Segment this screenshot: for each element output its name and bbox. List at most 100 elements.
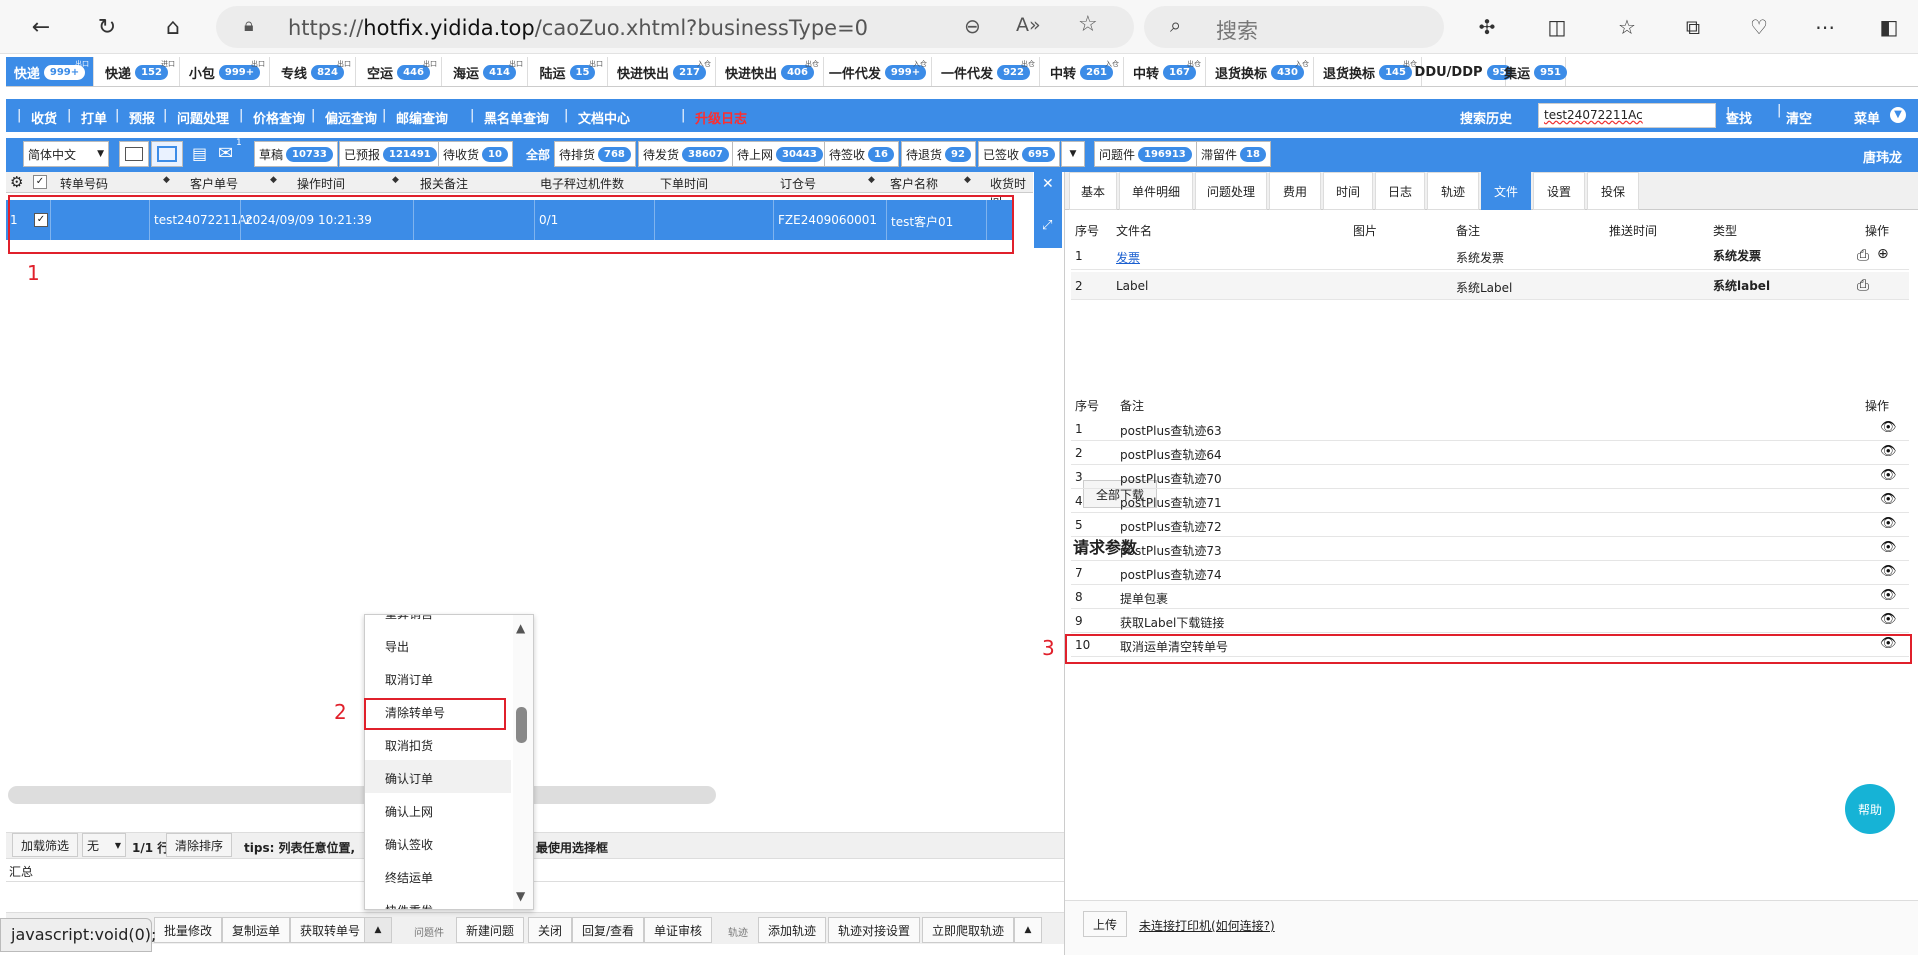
upload-button[interactable]: 上传 [1083, 911, 1128, 937]
menu-link[interactable]: 菜单 [1854, 108, 1880, 127]
type-tab-1[interactable]: 快递 152 进口 [94, 57, 180, 86]
type-tab-13[interactable]: 退货换标 430 入仓 [1206, 57, 1314, 86]
detail-tab-9[interactable]: 投保 [1587, 172, 1639, 210]
column-header-7[interactable]: 客户名称 [890, 175, 938, 192]
detail-tab-3[interactable]: 费用 [1269, 172, 1321, 210]
refresh-icon[interactable]: ↻ [90, 10, 124, 44]
type-tab-15[interactable]: DDU/DDP 95 [1415, 57, 1513, 86]
menu-item-6[interactable]: 确认上网 [365, 793, 511, 826]
column-header-5[interactable]: 下单时间 [660, 175, 708, 192]
clear-link[interactable]: 清空 [1786, 108, 1812, 127]
view-eye-icon[interactable]: 👁︎ [1880, 492, 1897, 507]
detail-tab-1[interactable]: 单件明细 [1119, 172, 1193, 210]
more-actions-chevron-up-icon[interactable]: ▲ [364, 917, 392, 943]
menu-scroll-thumb[interactable] [516, 707, 527, 743]
menu-item-7[interactable]: 确认签收 [365, 826, 511, 859]
view-eye-icon[interactable]: 👁︎ [1880, 468, 1897, 483]
print-icon[interactable]: ⎙ [1857, 276, 1869, 294]
favorites-icon[interactable]: ☆ [1610, 10, 1644, 44]
menu-chevron-icon[interactable]: ▼ [1890, 107, 1906, 123]
track-setting-button[interactable]: 轨迹对接设置 [828, 917, 921, 943]
print-icon[interactable]: ⎙ [1857, 246, 1869, 264]
track-chevron-up-icon[interactable]: ▲ [1014, 917, 1042, 943]
sort-icon[interactable]: ◆ [964, 175, 971, 185]
menu-item-0[interactable]: 重算销售 [365, 615, 511, 628]
menu-item-4[interactable]: 取消扣货 [365, 727, 511, 760]
sort-icon[interactable]: ◆ [868, 175, 875, 185]
add-track-button[interactable]: 添加轨迹 [758, 917, 827, 943]
sidebar-toggle-icon[interactable]: ◧ [1872, 10, 1906, 44]
issue-filter-1[interactable]: 滞留件 18 [1196, 141, 1271, 167]
nav-item-3[interactable]: 问题处理 [177, 108, 229, 127]
nav-item-1[interactable]: 打单 [81, 108, 107, 127]
reply-view-button[interactable]: 回复/查看 [572, 917, 645, 943]
gear-icon[interactable]: ⚙ [10, 173, 23, 191]
mail-icon[interactable]: ✉ [218, 143, 233, 164]
menu-item-1[interactable]: 导出 [365, 628, 511, 661]
view-eye-icon[interactable]: 👁︎ [1880, 612, 1897, 627]
stage-filter-1[interactable]: 待发货 38607 [638, 141, 734, 167]
issue-filter-0[interactable]: 问题件 196913 [1094, 141, 1197, 167]
layout-split-icon[interactable] [119, 141, 149, 167]
nav-item-6[interactable]: 邮编查询 [396, 108, 448, 127]
menu-item-5[interactable]: 确认订单 [365, 760, 511, 793]
stage-filter-2[interactable]: 待上网 30443 [732, 141, 828, 167]
column-header-6[interactable]: 订仓号 [780, 175, 816, 192]
scroll-down-icon[interactable]: ▼ [516, 889, 525, 903]
type-tab-2[interactable]: 小包 999+ 出口 [180, 57, 270, 86]
menu-item-8[interactable]: 终结运单 [365, 859, 511, 892]
type-tab-8[interactable]: 快进快出 406 出仓 [716, 57, 824, 86]
detail-tab-5[interactable]: 日志 [1375, 172, 1425, 210]
crawl-track-button[interactable]: 立即爬取轨迹 [922, 917, 1015, 943]
detail-tab-8[interactable]: 设置 [1533, 172, 1585, 210]
status-filter-1[interactable]: 已预报 121491 [339, 141, 442, 167]
column-header-0[interactable]: 转单号码 [60, 175, 108, 192]
type-tab-9[interactable]: 一件代发 999+ 入仓 [824, 57, 932, 86]
download-icon[interactable]: ⊕ [1877, 246, 1889, 262]
file-name-link[interactable]: 发票 [1116, 249, 1140, 266]
nav-item-7[interactable]: 黑名单查询 [484, 108, 549, 127]
load-filter-button[interactable]: 加载筛选 [12, 833, 79, 857]
type-tab-14[interactable]: 退货换标 145 出仓 [1314, 57, 1422, 86]
stage-filter-4[interactable]: 待退货 92 [901, 141, 976, 167]
back-icon[interactable]: ← [24, 10, 58, 44]
filter-all[interactable]: 全部 [521, 141, 556, 167]
find-link[interactable]: 查找 [1726, 108, 1752, 127]
layout-single-icon[interactable] [151, 141, 183, 167]
read-aloud-icon[interactable]: A» [1016, 14, 1041, 36]
view-eye-icon[interactable]: 👁︎ [1880, 540, 1897, 555]
more-icon[interactable]: ⋯ [1808, 10, 1842, 44]
health-icon[interactable]: ♡ [1742, 10, 1776, 44]
close-issue-button[interactable]: 关闭 [528, 917, 573, 943]
nav-upgrade-log[interactable]: 升级日志 [695, 108, 747, 127]
type-tab-16[interactable]: 集运 951 [1504, 57, 1567, 86]
type-tab-10[interactable]: 一件代发 922 出仓 [932, 57, 1040, 86]
copy-waybill-button[interactable]: 复制运单 [222, 917, 291, 943]
nav-item-4[interactable]: 价格查询 [253, 108, 305, 127]
stage-filter-3[interactable]: 待签收 16 [824, 141, 899, 167]
view-eye-icon[interactable]: 👁︎ [1880, 588, 1897, 603]
view-eye-icon[interactable]: 👁︎ [1880, 420, 1897, 435]
detail-tab-2[interactable]: 问题处理 [1195, 172, 1267, 210]
type-tab-11[interactable]: 中转 261 入仓 [1040, 57, 1124, 86]
browser-search-box[interactable]: ⌕ 搜索 [1144, 6, 1444, 48]
detail-tab-6[interactable]: 轨迹 [1427, 172, 1479, 210]
type-tab-12[interactable]: 中转 167 出仓 [1124, 57, 1206, 86]
collections-icon[interactable]: ⧉ [1676, 10, 1710, 44]
detail-tab-7[interactable]: 文件 [1481, 172, 1531, 210]
menu-item-9[interactable]: 快件重发 [365, 892, 511, 909]
address-bar[interactable]: 🔒︎ https://hotfix.yidida.top/caoZuo.xhtm… [216, 6, 1134, 48]
nav-item-5[interactable]: 偏远查询 [325, 108, 377, 127]
nav-item-2[interactable]: 预报 [129, 108, 155, 127]
stage-filter-5[interactable]: 已签收 695 [978, 141, 1060, 167]
status-filter-2[interactable]: 待收货 10 [438, 141, 513, 167]
get-transfer-no-button[interactable]: 获取转单号 [290, 917, 371, 943]
favorite-star-icon[interactable]: ☆ [1078, 12, 1098, 37]
sort-icon[interactable]: ◆ [392, 175, 399, 185]
search-history-input[interactable]: test24072211Ac [1538, 103, 1716, 128]
printer-status-link[interactable]: 未连接打印机(如何连接?) [1139, 917, 1275, 934]
column-header-2[interactable]: 操作时间 [297, 175, 345, 192]
clear-sort-button[interactable]: 清除排序 [166, 833, 233, 857]
detail-tab-4[interactable]: 时间 [1323, 172, 1373, 210]
view-eye-icon[interactable]: 👁︎ [1880, 444, 1897, 459]
